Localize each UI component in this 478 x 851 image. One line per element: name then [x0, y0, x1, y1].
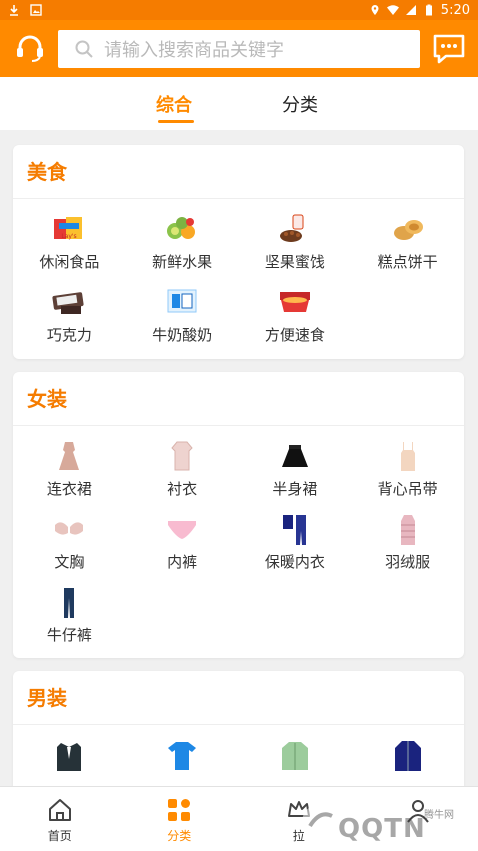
category-item[interactable] [126, 733, 239, 786]
category-item[interactable]: 衬衣 [126, 434, 239, 507]
category-item[interactable]: 半身裙 [239, 434, 352, 507]
search-input[interactable]: 请输入搜索商品关键字 [58, 30, 420, 68]
category-item[interactable]: 糕点饼干 [351, 207, 464, 280]
thermal-wear-icon [282, 515, 306, 545]
download-icon [10, 5, 18, 16]
milk-icon [167, 289, 197, 313]
category-item[interactable]: Lay's 休闲食品 [13, 207, 126, 280]
skirt-icon [281, 445, 308, 467]
category-item[interactable]: 方便速食 [239, 280, 352, 353]
category-icon [168, 799, 191, 821]
category-tabs: 综合 分类 [0, 77, 478, 130]
signal-icon [405, 5, 416, 15]
nuts-icon [279, 214, 304, 242]
chocolate-icon [52, 292, 84, 314]
tshirt-icon [168, 742, 197, 770]
status-bar: 5:20 [0, 0, 478, 20]
section-title: 美食 [13, 145, 464, 199]
section-title: 男装 [13, 671, 464, 725]
camisole-icon [400, 442, 415, 471]
fruit-icon [167, 217, 196, 239]
category-item[interactable] [351, 733, 464, 786]
snacks-icon: Lay's [54, 217, 83, 240]
tab-category[interactable]: 分类 [282, 91, 318, 117]
status-time: 5:20 [440, 2, 470, 18]
watermark-site: 腾牛网 [424, 810, 454, 821]
blouse-icon [171, 441, 193, 471]
home-icon [48, 799, 71, 821]
category-item[interactable] [13, 733, 126, 786]
category-item[interactable]: 背心吊带 [351, 434, 464, 507]
bra-icon [55, 522, 84, 535]
suit-icon [57, 743, 82, 771]
category-item[interactable]: 羽绒服 [351, 507, 464, 580]
category-item[interactable]: 牛仔裤 [13, 580, 126, 653]
nav-category[interactable]: 分类 [120, 787, 240, 851]
battery-icon [425, 4, 432, 16]
customer-service-icon[interactable] [12, 30, 48, 66]
down-coat-icon [400, 515, 415, 545]
shirt-icon [281, 742, 308, 770]
wifi-icon [386, 5, 399, 15]
category-item[interactable]: 文胸 [13, 507, 126, 580]
image-notification-icon [30, 4, 42, 16]
top-bar: 请输入搜索商品关键字 [0, 20, 478, 77]
message-icon[interactable] [432, 33, 466, 65]
category-item[interactable]: 新鲜水果 [126, 207, 239, 280]
svg-text:Lay's: Lay's [62, 233, 77, 240]
category-item[interactable] [239, 733, 352, 786]
tab-comprehensive[interactable]: 综合 [156, 91, 192, 117]
location-icon [371, 5, 379, 15]
search-placeholder: 请输入搜索商品关键字 [104, 40, 284, 61]
active-tab-indicator [158, 120, 194, 123]
category-item[interactable]: 连衣裙 [13, 434, 126, 507]
instant-food-icon [279, 292, 310, 312]
nav-home[interactable]: 首页 [0, 787, 120, 851]
section-mens-clothing: 男装 [13, 671, 464, 786]
category-item[interactable]: 巧克力 [13, 280, 126, 353]
category-content: 美食 Lay's 休闲食品 新鲜水果 坚果蜜饯 糕点饼干 巧克力 牛奶酸奶 方便… [0, 130, 478, 786]
dress-icon [59, 442, 80, 470]
category-item[interactable]: 牛奶酸奶 [126, 280, 239, 353]
section-title: 女装 [13, 372, 464, 426]
category-item[interactable]: 坚果蜜饯 [239, 207, 352, 280]
section-food: 美食 Lay's 休闲食品 新鲜水果 坚果蜜饯 糕点饼干 巧克力 牛奶酸奶 方便… [13, 145, 464, 359]
jeans-icon [64, 588, 75, 618]
underwear-icon [168, 521, 197, 539]
watermark-text: QQTN [338, 814, 426, 844]
section-womens-clothing: 女装 连衣裙 衬衣 半身裙 背心吊带 文胸 内裤 保暖内衣 羽绒服 牛仔裤 [13, 372, 464, 658]
pastry-icon [393, 220, 423, 240]
category-item[interactable]: 保暖内衣 [239, 507, 352, 580]
search-icon [75, 40, 93, 58]
jacket-icon [394, 741, 421, 771]
category-item[interactable]: 内裤 [126, 507, 239, 580]
